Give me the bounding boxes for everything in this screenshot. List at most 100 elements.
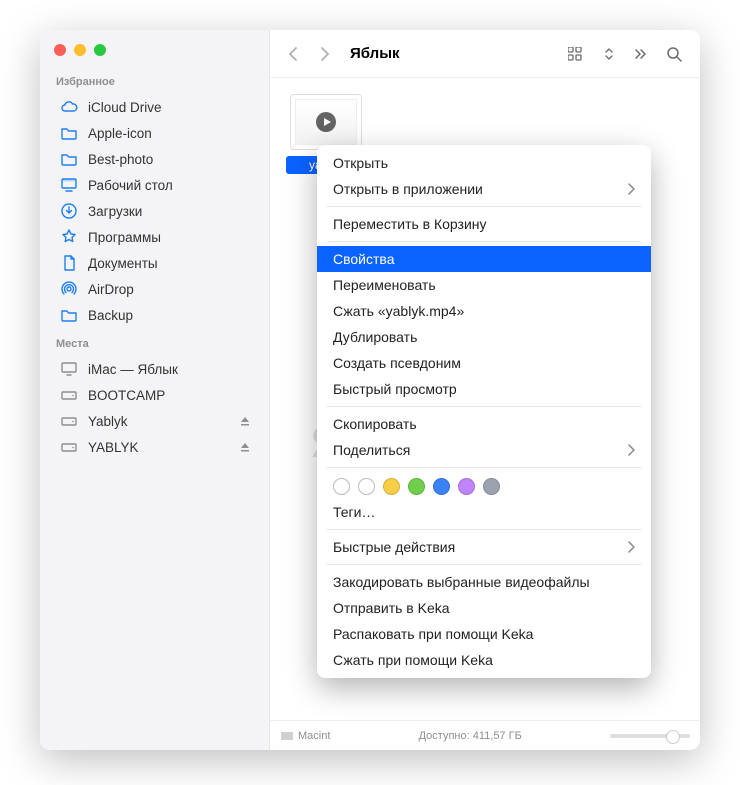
tag-color[interactable] xyxy=(408,478,425,495)
menu-item[interactable]: Закодировать выбранные видеофайлы xyxy=(317,569,651,595)
apps-icon xyxy=(60,228,78,246)
menu-item[interactable]: Скопировать xyxy=(317,411,651,437)
status-bar: Macint Доступно: 411,57 ГБ xyxy=(270,720,700,750)
view-grid-icon[interactable] xyxy=(564,47,590,61)
menu-item[interactable]: Распаковать при помощи Keka xyxy=(317,621,651,647)
folder-icon xyxy=(60,150,78,168)
available-space: Доступно: 411,57 ГБ xyxy=(338,730,602,742)
tag-color[interactable] xyxy=(383,478,400,495)
sidebar-item-icloud-drive[interactable]: iCloud Drive xyxy=(54,94,257,120)
menu-item[interactable]: Создать псевдоним xyxy=(317,350,651,376)
sidebar-item-label: iMac — Яблык xyxy=(88,362,178,377)
menu-item-label: Дублировать xyxy=(333,329,417,345)
back-button[interactable] xyxy=(284,46,304,62)
sidebar-item-label: Загрузки xyxy=(88,204,142,219)
tag-color[interactable] xyxy=(333,478,350,495)
menu-item[interactable]: Сжать при помощи Keka xyxy=(317,647,651,673)
menu-item-label: Поделиться xyxy=(333,442,410,458)
disk-icon xyxy=(60,438,78,456)
menu-item-label: Создать псевдоним xyxy=(333,355,461,371)
sidebar-item-программы[interactable]: Программы xyxy=(54,224,257,250)
menu-item[interactable]: Открыть xyxy=(317,150,651,176)
menu-separator xyxy=(327,564,641,565)
sidebar-item-label: iCloud Drive xyxy=(88,100,162,115)
menu-item[interactable]: Переименовать xyxy=(317,272,651,298)
doc-icon xyxy=(60,254,78,272)
menu-item[interactable]: Дублировать xyxy=(317,324,651,350)
menu-item-label: Открыть xyxy=(333,155,388,171)
menu-item-label: Закодировать выбранные видеофайлы xyxy=(333,574,590,590)
menu-item-label: Сжать «yablyk.mp4» xyxy=(333,303,464,319)
menu-item[interactable]: Свойства xyxy=(317,246,651,272)
menu-item-label: Быстрые действия xyxy=(333,539,455,555)
menu-item-label: Открыть в приложении xyxy=(333,181,483,197)
close-window[interactable] xyxy=(54,44,66,56)
sidebar-item-документы[interactable]: Документы xyxy=(54,250,257,276)
desktop-icon xyxy=(60,176,78,194)
folder-icon xyxy=(60,306,78,324)
sidebar-item-label: Best-photo xyxy=(88,152,153,167)
menu-item-label: Теги… xyxy=(333,504,375,520)
favorites-header: Избранное xyxy=(56,76,257,88)
context-menu: Открыть Открыть в приложении Переместить в… xyxy=(317,145,651,678)
menu-separator xyxy=(327,529,641,530)
sidebar-item-airdrop[interactable]: AirDrop xyxy=(54,276,257,302)
menu-item-label: Сжать при помощи Keka xyxy=(333,652,493,668)
sidebar-item-label: Рабочий стол xyxy=(88,178,173,193)
sidebar-location-bootcamp[interactable]: BOOTCAMP xyxy=(54,382,257,408)
tag-color-row xyxy=(317,472,651,499)
sidebar: Избранное iCloud Drive Apple-icon Best-pho… xyxy=(40,30,270,750)
menu-item[interactable]: Поделиться xyxy=(317,437,651,463)
more-toolbar-icon[interactable] xyxy=(628,47,652,61)
sidebar-item-label: Yablyk xyxy=(88,414,128,429)
sidebar-item-label: AirDrop xyxy=(88,282,134,297)
menu-item[interactable]: Переместить в Корзину xyxy=(317,211,651,237)
menu-separator xyxy=(327,406,641,407)
sidebar-item-best-photo[interactable]: Best-photo xyxy=(54,146,257,172)
minimize-window[interactable] xyxy=(74,44,86,56)
sidebar-item-label: YABLYK xyxy=(88,440,139,455)
tag-color[interactable] xyxy=(358,478,375,495)
tag-color[interactable] xyxy=(483,478,500,495)
sidebar-item-рабочий-стол[interactable]: Рабочий стол xyxy=(54,172,257,198)
sidebar-item-apple-icon[interactable]: Apple-icon xyxy=(54,120,257,146)
icon-size-slider[interactable] xyxy=(610,734,690,738)
window-controls xyxy=(54,44,257,56)
cloud-icon xyxy=(60,98,78,116)
menu-separator xyxy=(327,206,641,207)
toolbar: Яблык xyxy=(270,30,700,78)
menu-item[interactable]: Отправить в Keka xyxy=(317,595,651,621)
sidebar-location-yablyk[interactable]: YABLYK xyxy=(54,434,257,460)
path-bar[interactable]: Macint xyxy=(280,729,330,743)
sidebar-location-imac-—-яблык[interactable]: iMac — Яблык xyxy=(54,356,257,382)
menu-item[interactable]: Быстрые действия xyxy=(317,534,651,560)
menu-item[interactable]: Теги… xyxy=(317,499,651,525)
sidebar-item-backup[interactable]: Backup xyxy=(54,302,257,328)
search-icon[interactable] xyxy=(662,46,686,62)
chevron-right-icon xyxy=(627,183,635,195)
sidebar-item-label: Программы xyxy=(88,230,161,245)
eject-icon[interactable] xyxy=(239,441,251,453)
view-options-icon[interactable] xyxy=(600,47,618,61)
menu-item[interactable]: Открыть в приложении xyxy=(317,176,651,202)
menu-item[interactable]: Быстрый просмотр xyxy=(317,376,651,402)
disk-icon xyxy=(60,386,78,404)
folder-title: Яблык xyxy=(350,45,400,62)
zoom-window[interactable] xyxy=(94,44,106,56)
folder-icon xyxy=(60,124,78,142)
forward-button[interactable] xyxy=(314,46,334,62)
eject-icon[interactable] xyxy=(239,415,251,427)
sidebar-location-yablyk[interactable]: Yablyk xyxy=(54,408,257,434)
airdrop-icon xyxy=(60,280,78,298)
locations-header: Места xyxy=(56,338,257,350)
menu-item-label: Скопировать xyxy=(333,416,417,432)
tag-color[interactable] xyxy=(458,478,475,495)
file-thumbnail xyxy=(290,94,362,150)
menu-item-label: Переместить в Корзину xyxy=(333,216,487,232)
menu-item-label: Распаковать при помощи Keka xyxy=(333,626,533,642)
menu-item-label: Свойства xyxy=(333,251,394,267)
menu-item[interactable]: Сжать «yablyk.mp4» xyxy=(317,298,651,324)
sidebar-item-загрузки[interactable]: Загрузки xyxy=(54,198,257,224)
tag-color[interactable] xyxy=(433,478,450,495)
sidebar-item-label: Документы xyxy=(88,256,158,271)
